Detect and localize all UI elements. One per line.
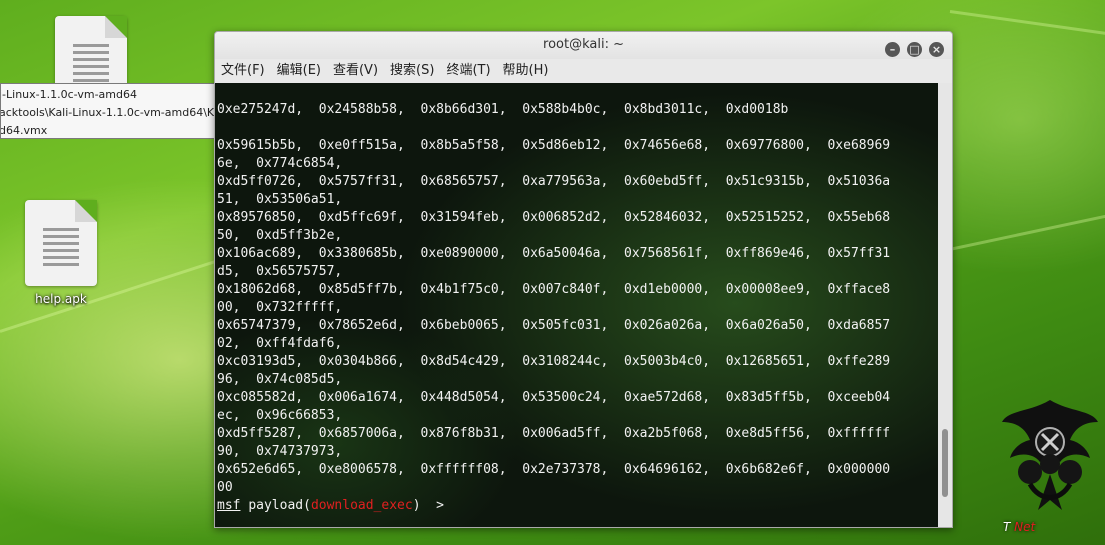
terminal-line: 0xd5ff5287, 0x6857006a, 0x876f8b31, 0x00…	[217, 426, 891, 441]
terminal-line: 90, 0x74737973,	[217, 444, 343, 459]
menu-bar: 文件(F) 编辑(E) 查看(V) 搜索(S) 终端(T) 帮助(H)	[215, 59, 952, 83]
menu-help[interactable]: 帮助(H)	[503, 59, 549, 83]
terminal-line: 0x652e6d65, 0xe8006578, 0xffffff08, 0x2e…	[217, 462, 891, 477]
terminal-line: 6e, 0x774c6854,	[217, 156, 343, 171]
scrollbar-thumb[interactable]	[942, 429, 948, 497]
terminal-line: 00, 0x732fffff,	[217, 300, 343, 315]
terminal-line: 51, 0x53506a51,	[217, 192, 343, 207]
terminal-line: 0x106ac689, 0x3380685b, 0xe0890000, 0x6a…	[217, 246, 891, 261]
prompt-module: download_exec	[310, 498, 413, 513]
terminal-line: 0xc03193d5, 0x0304b866, 0x8d54c429, 0x31…	[217, 354, 891, 369]
terminal-prompt[interactable]: msf payload(download_exec) >	[217, 497, 938, 515]
close-icon[interactable]: ×	[929, 42, 944, 57]
wallpaper-vein	[949, 10, 1105, 36]
terminal-line: 96, 0x74c085d5,	[217, 372, 343, 387]
terminal-line: 0xe275247d, 0x24588b58, 0x8b66d301, 0x58…	[217, 102, 789, 117]
prompt-msf: msf	[217, 498, 241, 513]
prompt-suffix: ) >	[412, 498, 444, 513]
document-icon	[25, 200, 97, 286]
minimize-icon[interactable]: –	[885, 42, 900, 57]
terminal-line: 0xd5ff0726, 0x5757ff31, 0x68565757, 0xa7…	[217, 174, 891, 189]
menu-file[interactable]: 文件(F)	[221, 59, 265, 83]
window-title: root@kali: ~	[543, 37, 624, 52]
terminal-line: 0x65747379, 0x78652e6d, 0x6beb0065, 0x50…	[217, 318, 891, 333]
logo-text: T Net	[1003, 520, 1035, 534]
terminal-scrollbar[interactable]	[938, 83, 952, 527]
maximize-icon[interactable]: □	[907, 42, 922, 57]
menu-terminal[interactable]: 终端(T)	[446, 59, 490, 83]
window-titlebar[interactable]: root@kali: ~ – □ ×	[215, 32, 952, 59]
menu-search[interactable]: 搜索(S)	[390, 59, 434, 83]
menu-edit[interactable]: 编辑(E)	[277, 59, 321, 83]
desktop-icon-label: help.apk	[35, 292, 87, 306]
terminal-window[interactable]: root@kali: ~ – □ × 文件(F) 编辑(E) 查看(V) 搜索(S) 终端(…	[214, 31, 953, 528]
terminal-line: 00	[217, 480, 233, 495]
terminal-line: 02, 0xff4fdaf6,	[217, 336, 343, 351]
desktop-icon-help-apk[interactable]: help.apk	[16, 200, 106, 306]
terminal-line: 0xc085582d, 0x006a1674, 0x448d5054, 0x53…	[217, 390, 891, 405]
terminal-line: 0x59615b5b, 0xe0ff515a, 0x8b5a5f58, 0x5d…	[217, 138, 891, 153]
terminal-line: 50, 0xd5ff3b2e,	[217, 228, 343, 243]
terminal-line: d5, 0x56575757,	[217, 264, 343, 279]
terminal-line: 0x18062d68, 0x85d5ff7b, 0x4b1f75c0, 0x00…	[217, 282, 891, 297]
logo-text-right: Net	[1014, 520, 1036, 534]
terminal-output[interactable]: 0xe275247d, 0x24588b58, 0x8b66d301, 0x58…	[215, 83, 938, 527]
terminal-line: ec, 0x96c66853,	[217, 408, 343, 423]
terminal-line: 0x89576850, 0xd5ffc69f, 0x31594feb, 0x00…	[217, 210, 891, 225]
menu-view[interactable]: 查看(V)	[333, 59, 378, 83]
prompt-payload-prefix: payload(	[248, 498, 311, 513]
wallpaper-vein	[939, 212, 1105, 253]
logo-text-left: T	[1003, 520, 1011, 534]
